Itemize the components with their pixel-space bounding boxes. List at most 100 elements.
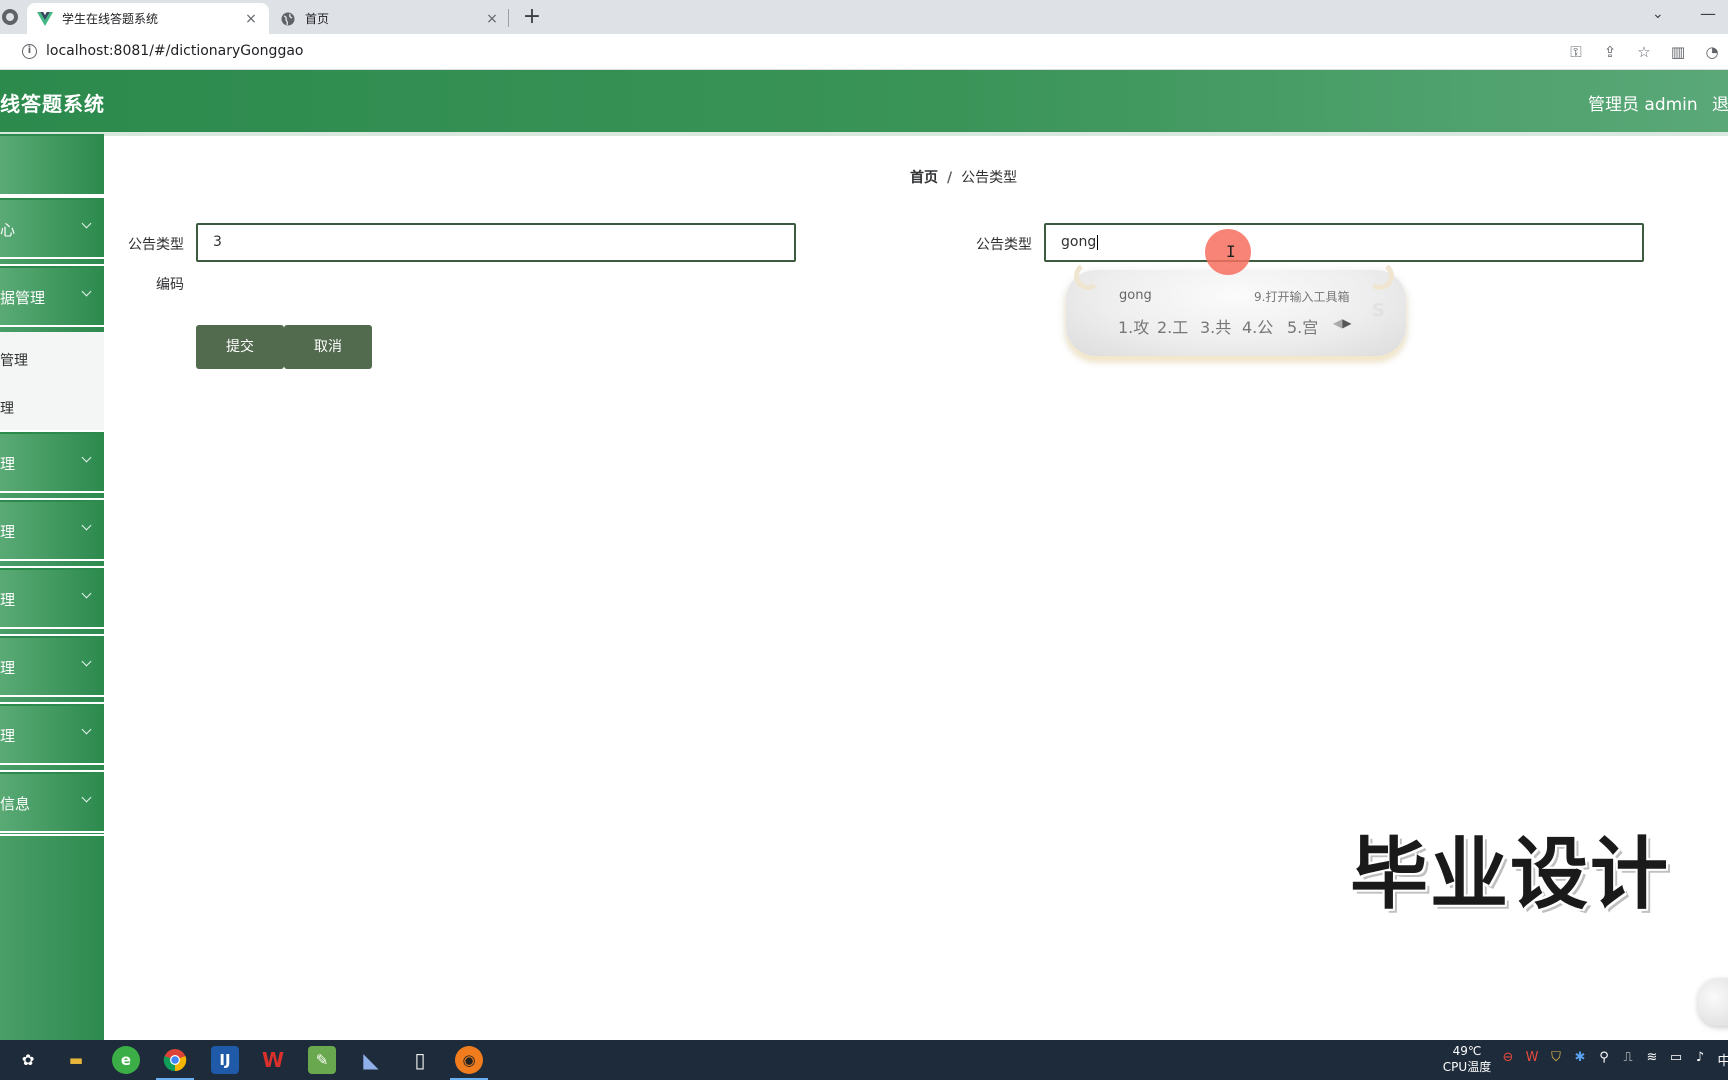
key-icon[interactable]: ⚿ (1566, 42, 1586, 62)
header-divider (0, 132, 1728, 136)
site-info-icon[interactable]: i (22, 44, 37, 59)
tray-wps-icon[interactable]: W (1524, 1050, 1540, 1069)
profile-icon[interactable]: ◔ (1702, 42, 1722, 62)
notepad-plus-icon[interactable]: ✎ (308, 1046, 336, 1074)
icon-glyph: ✎ (315, 1051, 329, 1069)
sidebar-item-group-7[interactable]: 理 (0, 634, 104, 697)
icon-glyph: ✿ (21, 1051, 35, 1069)
sidebar-item-home[interactable] (0, 134, 104, 196)
watermark-text: 毕业设计 (1350, 830, 1671, 920)
chrome-icon[interactable] (161, 1046, 189, 1074)
type-code-value: 3 (213, 234, 222, 250)
bookmark-star-icon[interactable]: ☆ (1634, 42, 1654, 62)
icon-glyph: ◉ (462, 1051, 476, 1069)
sidebar-submenu: 管理 理 (0, 332, 104, 430)
sidebar-item-center[interactable]: 心 (0, 196, 104, 259)
ime-language-indicator[interactable]: 中 (1716, 1050, 1728, 1069)
globe-icon (280, 11, 296, 27)
icon-glyph: e (120, 1051, 132, 1069)
file-explorer-icon[interactable]: ▬ (62, 1046, 90, 1074)
ime-candidate[interactable]: 2.工 (1157, 314, 1188, 338)
breadcrumb-current: 公告类型 (961, 170, 1018, 186)
tray-usb-icon[interactable]: ⎍ (1620, 1050, 1636, 1069)
breadcrumb: 首页 / 公告类型 (910, 167, 1017, 187)
ime-floating-widget[interactable] (1698, 978, 1728, 1026)
tray-bluetooth-icon[interactable]: ✱ (1572, 1050, 1588, 1069)
type-code-input[interactable]: 3 (196, 223, 796, 262)
chevron-down-icon (81, 724, 92, 735)
text-file-icon[interactable]: ▯ (406, 1046, 434, 1074)
icon-glyph: ▬ (68, 1051, 84, 1069)
ide-icon[interactable]: IJ (211, 1046, 239, 1074)
sidebar-divider (0, 834, 104, 837)
text-cursor-icon: I (1226, 242, 1236, 261)
mysql-dolphin-icon[interactable]: ◣ (357, 1046, 385, 1074)
sidebar-item-data-management[interactable]: 据管理 (0, 264, 104, 327)
sidebar-item-label: 理 (0, 591, 16, 609)
sidebar-item-group-5[interactable]: 理 (0, 498, 104, 561)
text-caret (1097, 234, 1099, 250)
tray-wifi-icon[interactable]: ≋ (1644, 1050, 1660, 1069)
sidebar-item-group-6[interactable]: 理 (0, 566, 104, 629)
ime-candidate[interactable]: 1.攻 (1118, 314, 1149, 338)
side-panel-icon[interactable]: ▥ (1668, 42, 1688, 62)
tab-home[interactable]: 首页 × (270, 3, 510, 34)
app-title: 线答题系统 (0, 92, 105, 116)
sidebar-subitem[interactable]: 理 (0, 398, 14, 418)
recorder-icon[interactable]: ◉ (455, 1046, 483, 1074)
sidebar-item-label: 心 (0, 221, 16, 239)
chrome-profile-icon[interactable] (2, 9, 18, 25)
code-field-label-suffix: 编码 (156, 277, 184, 293)
tray-shield-icon[interactable]: ⛉ (1548, 1050, 1564, 1069)
share-icon[interactable]: ⇪ (1600, 42, 1620, 62)
type-name-label: 公告类型 (976, 237, 1032, 253)
submit-button[interactable]: 提交 (196, 325, 284, 369)
ime-candidate[interactable]: 3.共 (1200, 314, 1231, 338)
sidebar-item-info[interactable]: 信息 (0, 770, 104, 833)
cancel-button[interactable]: 取消 (284, 325, 372, 369)
close-tab-icon[interactable]: × (484, 11, 500, 27)
tab-student-answer-system[interactable]: 学生在线答题系统 × (27, 3, 269, 34)
chevron-down-icon (81, 218, 92, 229)
tab-separator (508, 9, 509, 27)
sidebar-item-label: 据管理 (0, 289, 46, 307)
tab-search-dropdown-icon[interactable]: ⌄ (1652, 6, 1664, 22)
sidebar-item-label: 理 (0, 523, 16, 541)
breadcrumb-home[interactable]: 首页 (910, 170, 938, 186)
tray-app-icon[interactable]: ⊖ (1500, 1050, 1516, 1069)
sidebar-item-group-4[interactable]: 理 (0, 430, 104, 493)
tray-search-icon[interactable]: ⚲ (1596, 1050, 1612, 1069)
tray-battery-icon[interactable]: ▭ (1668, 1050, 1684, 1069)
tray-volume-icon[interactable]: ♪ (1692, 1050, 1708, 1069)
cpu-temperature-widget[interactable]: 49℃ CPU温度 (1437, 1043, 1497, 1075)
close-tab-icon[interactable]: × (243, 11, 259, 27)
sidebar-item-group-8[interactable]: 理 (0, 702, 104, 765)
ime-pinyin-composition: gong (1119, 288, 1152, 303)
system-start-icon[interactable]: ✿ (14, 1046, 42, 1074)
type-name-value: gong (1061, 234, 1097, 250)
url-field[interactable]: localhost:8081/#/dictionaryGonggao (46, 43, 303, 59)
chevron-down-icon (81, 588, 92, 599)
chevron-down-icon (81, 792, 92, 803)
vue-logo-icon (37, 11, 53, 27)
logout-link[interactable]: 退 (1712, 90, 1728, 115)
ime-candidate[interactable]: 5.宫 (1287, 314, 1318, 338)
ime-candidate[interactable]: 4.公 (1242, 314, 1273, 338)
chevron-down-icon (81, 520, 92, 531)
sidebar-subitem[interactable]: 管理 (0, 350, 28, 370)
sidebar-item-label: 理 (0, 455, 16, 473)
system-tray: ⊖ W ⛉ ✱ ⚲ ⎍ ≋ ▭ ♪ 中 (1500, 1050, 1728, 1069)
chevron-down-icon (81, 286, 92, 297)
window-minimize-button[interactable]: — (1700, 4, 1716, 23)
ime-candidate-window (1066, 270, 1406, 356)
tab-title: 学生在线答题系统 (62, 12, 159, 26)
type-name-input[interactable]: gong (1044, 223, 1644, 262)
new-tab-button[interactable]: + (520, 4, 544, 30)
cpu-temperature-value: 49℃ (1452, 1044, 1482, 1058)
browser-green-icon[interactable]: e (112, 1046, 140, 1074)
chevron-down-icon (81, 452, 92, 463)
ime-page-arrows-icon[interactable]: ◀▶ (1333, 316, 1351, 330)
sidebar: 心 据管理 管理 理 理 理 理 理 理 信息 (0, 134, 104, 1040)
ime-toolbox-link[interactable]: 9.打开输入工具箱 (1254, 288, 1349, 305)
wps-icon[interactable]: W (259, 1046, 287, 1074)
